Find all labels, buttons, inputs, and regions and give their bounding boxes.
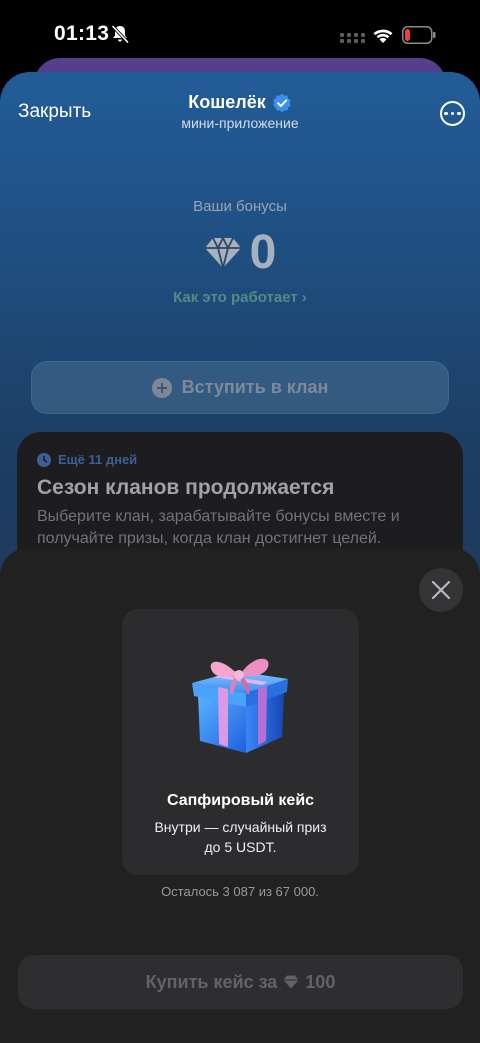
season-days-label: Ещё 11 дней [58,452,138,467]
close-icon [431,580,451,600]
season-days-badge: Ещё 11 дней [37,452,443,467]
buy-case-price: 100 [305,971,336,992]
bonus-value: 0 [249,226,277,279]
more-horizontal-icon [444,111,448,116]
verified-badge-icon [273,93,291,112]
cellular-signal-icon [340,33,365,43]
season-title: Сезон кланов продолжается [37,476,335,499]
status-time: 01:13 [54,22,110,45]
season-description: Выберите клан, зарабатывайте бонусы вмес… [37,508,400,547]
gift-box-icon [192,658,288,753]
battery-low-icon [402,26,436,44]
status-bar: 01:13 [0,0,480,62]
join-clan-button[interactable]: Вступить в клан [31,361,449,414]
app-subtitle: мини-приложение [181,115,299,131]
buy-case-label: Купить кейс за [145,971,278,992]
buy-case-button[interactable]: Купить кейс за 100 [18,955,463,1009]
diamond-icon [204,237,241,269]
app-title: Кошелёк [188,92,266,112]
chevron-right-icon: › [301,289,307,306]
clock-icon [37,452,51,467]
wifi-icon [373,29,393,43]
case-description-line-1: Внутри — случайный приз [154,819,327,835]
bonus-label: Ваши бонусы [193,198,287,215]
more-options-button[interactable] [440,101,465,126]
header-title-block: Кошелёк мини-приложение [0,92,480,131]
how-it-works-link[interactable]: Как это работает › [0,289,480,306]
bell-slash-icon [111,24,130,44]
diamond-icon [283,975,299,989]
app-title-row: Кошелёк [188,92,291,113]
modal-close-button[interactable] [419,568,463,612]
case-description: Внутри — случайный приз до 5 USDT. [122,817,359,857]
how-it-works-label: Как это работает [173,289,298,306]
case-description-line-2: до 5 USDT. [204,839,277,855]
join-clan-label: Вступить в клан [181,377,329,397]
plus-circle-icon [151,377,172,398]
remaining-count: Осталось 3 087 из 67 000. [161,884,319,899]
bonus-value-row: 0 [0,227,480,279]
case-card: Сапфировый кейс Внутри — случайный приз … [122,609,359,875]
case-title: Сапфировый кейс [166,792,315,809]
